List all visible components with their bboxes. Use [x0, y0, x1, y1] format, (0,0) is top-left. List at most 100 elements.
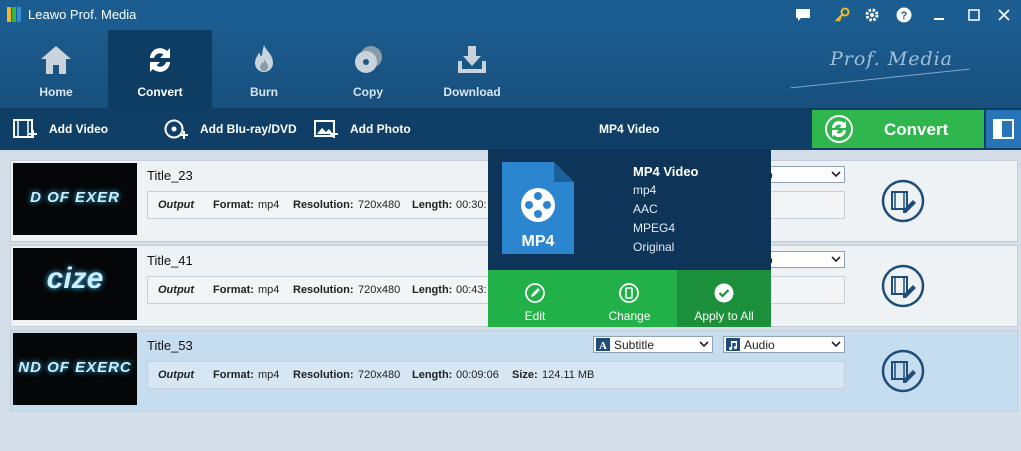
format-popup: MP4 MP4 Video mp4 AAC MPEG4 Original Edi…	[488, 149, 771, 327]
burn-icon	[255, 45, 273, 72]
resolution-label: Resolution:	[293, 369, 354, 381]
file-row[interactable]: ND OF EXERC Title_53 A Subtitle Audio Ou…	[10, 330, 1018, 412]
thumbnail-text: D OF EXER	[30, 189, 120, 206]
resolution-value: 720x480	[358, 199, 401, 211]
chevron-down-icon	[831, 341, 841, 348]
popup-actions: Edit Change Apply to All	[488, 270, 771, 327]
add-bluray-button[interactable]: Add Blu-ray/DVD	[164, 108, 297, 150]
check-icon	[714, 283, 734, 303]
subtitle-select[interactable]: o	[763, 251, 845, 268]
chevron-down-icon	[831, 171, 841, 178]
change-label: Change	[608, 309, 651, 323]
thumbnail-text: cize	[46, 262, 104, 295]
video-thumbnail: D OF EXER	[13, 163, 137, 235]
chevron-down-icon	[831, 256, 841, 263]
download-icon	[458, 46, 486, 73]
audio-value: Audio	[744, 338, 775, 352]
mp4-file-icon: MP4	[502, 162, 574, 254]
nav-label: Convert	[137, 85, 183, 99]
length-value: 00:30:	[456, 199, 487, 211]
length-value: 00:43:	[456, 284, 487, 296]
close-button[interactable]	[994, 5, 1014, 25]
size-value: 124.11 MB	[542, 369, 595, 381]
help-icon[interactable]: ?	[894, 5, 914, 25]
format-label: Format:	[213, 284, 254, 296]
add-video-label: Add Video	[49, 122, 109, 136]
popup-video-codec: MPEG4	[633, 221, 676, 235]
subtitle-value: Subtitle	[614, 338, 655, 352]
audio-select[interactable]: Audio	[723, 336, 845, 353]
nav-label: Copy	[353, 85, 383, 99]
resolution-label: Resolution:	[293, 284, 354, 296]
panel-layout-icon	[993, 119, 1014, 139]
convert-icon	[150, 48, 170, 72]
popup-audio-codec: AAC	[633, 202, 658, 216]
nav-label: Burn	[250, 85, 278, 99]
output-label: Output	[158, 284, 195, 296]
edit-video-icon[interactable]	[881, 349, 925, 393]
svg-text:A: A	[599, 340, 607, 351]
convert-refresh-icon	[825, 115, 853, 143]
nav-burn[interactable]: Burn	[212, 30, 316, 108]
output-label: Output	[158, 369, 195, 381]
convert-label: Convert	[884, 120, 949, 139]
convert-button[interactable]: Convert	[812, 110, 984, 148]
window-title: Leawo Prof. Media	[28, 7, 137, 22]
size-label: Size:	[512, 369, 538, 381]
settings-icon[interactable]	[862, 5, 882, 25]
music-note-icon	[726, 338, 740, 351]
popup-resolution: Original	[633, 240, 675, 254]
output-format-selector[interactable]: MP4 Video	[599, 122, 659, 136]
format-label: Format:	[213, 369, 254, 381]
popup-title: MP4 Video	[633, 164, 699, 179]
title-bar: Leawo Prof. Media ?	[0, 0, 1021, 30]
edit-video-icon[interactable]	[881, 264, 925, 308]
nav-label: Download	[443, 85, 501, 99]
file-title: Title_53	[147, 338, 193, 353]
file-title: Title_23	[147, 168, 193, 183]
subtitle-icon: A	[596, 338, 610, 351]
pencil-icon	[525, 283, 545, 303]
edit-video-icon[interactable]	[881, 179, 925, 223]
thumbnail-text: ND OF EXERC	[18, 359, 132, 376]
change-format-button[interactable]: Change	[582, 270, 677, 327]
phone-icon	[619, 283, 639, 303]
feedback-icon[interactable]	[793, 5, 813, 25]
nav-download[interactable]: Download	[420, 30, 524, 108]
popup-container-format: mp4	[633, 183, 657, 197]
length-label: Length:	[412, 284, 453, 296]
output-info: Output Format: mp4 Resolution: 720x480 L…	[147, 361, 845, 389]
format-value: mp4	[258, 284, 280, 296]
main-nav: Home Convert Burn Copy Download Prof. Me…	[0, 30, 1021, 108]
layout-toggle-button[interactable]	[986, 110, 1021, 148]
resolution-value: 720x480	[358, 369, 401, 381]
maximize-button[interactable]	[964, 5, 984, 25]
nav-copy[interactable]: Copy	[316, 30, 420, 108]
apply-to-all-label: Apply to All	[694, 309, 754, 323]
format-value: mp4	[258, 199, 280, 211]
brand-text: Prof. Media	[830, 48, 954, 70]
nav-convert[interactable]: Convert	[108, 30, 212, 108]
format-label: Format:	[213, 199, 254, 211]
svg-text:?: ?	[901, 10, 908, 22]
edit-label: Edit	[524, 309, 546, 323]
nav-label: Home	[39, 85, 73, 99]
add-video-button[interactable]: Add Video	[13, 108, 108, 150]
resolution-value: 720x480	[358, 284, 401, 296]
video-thumbnail: ND OF EXERC	[13, 333, 137, 405]
photo-add-icon	[314, 120, 338, 138]
edit-format-button[interactable]: Edit	[488, 270, 582, 327]
add-photo-button[interactable]: Add Photo	[314, 108, 411, 150]
apply-to-all-button[interactable]: Apply to All	[677, 270, 771, 327]
length-label: Length:	[412, 199, 453, 211]
add-bluray-label: Add Blu-ray/DVD	[200, 122, 297, 136]
format-value: mp4	[258, 369, 280, 381]
minimize-button[interactable]	[929, 5, 949, 25]
subtitle-select[interactable]: A Subtitle	[593, 336, 713, 353]
subtitle-select[interactable]: o	[763, 166, 845, 183]
home-icon	[41, 46, 71, 74]
key-icon[interactable]	[832, 5, 852, 25]
add-photo-label: Add Photo	[350, 122, 411, 136]
nav-home[interactable]: Home	[4, 30, 108, 108]
app-logo-icon	[7, 7, 21, 22]
